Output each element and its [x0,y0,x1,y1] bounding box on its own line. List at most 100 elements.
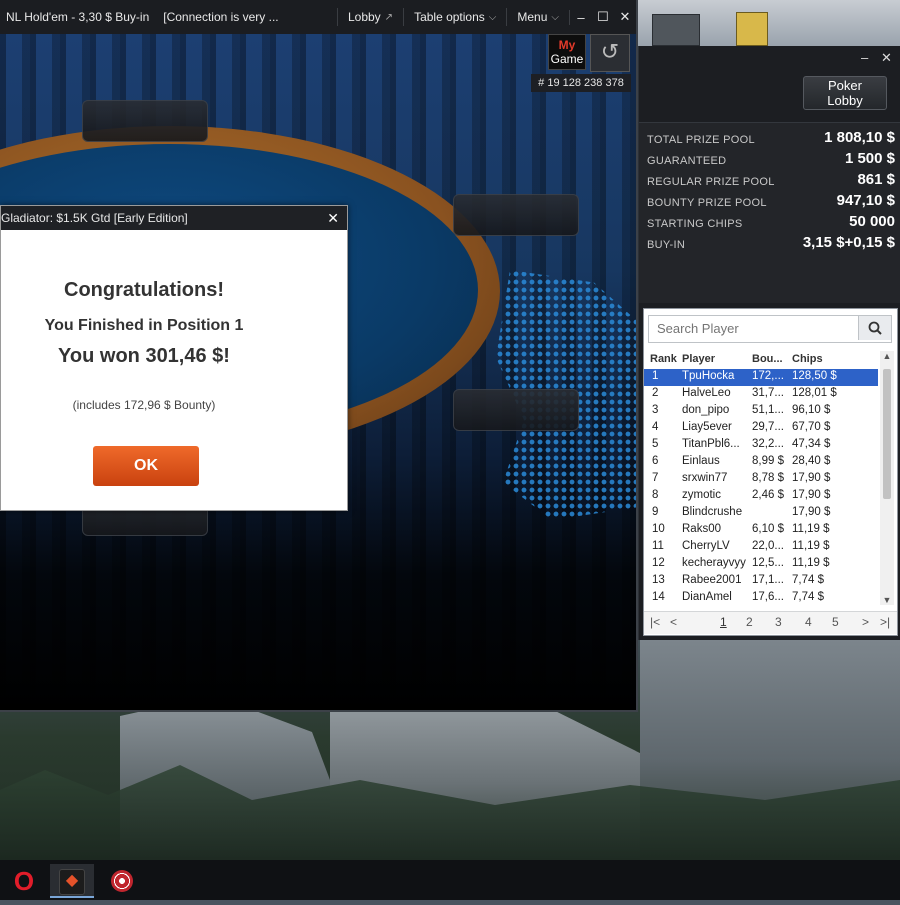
player-chips: 17,90 $ [792,506,831,518]
player-rank: 14 [652,591,665,603]
player-bounty: 17,1... [752,574,784,586]
player-row[interactable]: 2 HalveLeo 31,7... 128,01 $ [644,386,878,403]
background-thumbnail [652,14,700,46]
player-row[interactable]: 8 zymotic 2,46 $ 17,90 $ [644,488,878,505]
minimize-icon[interactable]: – [569,9,592,25]
player-rank: 4 [652,421,659,433]
player-name: zymotic [682,489,721,501]
scroll-up-icon[interactable]: ▲ [880,351,894,361]
player-bounty: 8,99 $ [752,455,784,467]
column-bounty[interactable]: Bou... [752,353,783,365]
my-game-button[interactable]: My Game [548,34,586,70]
prize-label: REGULAR PRIZE POOL [647,176,775,188]
page-1[interactable]: 1 [720,615,727,629]
replay-icon[interactable]: ↺ [590,34,630,72]
empty-seat [453,389,579,431]
maximize-icon[interactable]: ☐ [592,9,614,25]
player-row[interactable]: 6 Einlaus 8,99 $ 28,40 $ [644,454,878,471]
player-row[interactable]: 14 DianAmel 17,6... 7,74 $ [644,590,878,607]
tournament-result-dialog: Gladiator: $1.5K Gtd [Early Edition] ✕ C… [0,205,348,511]
prize-row: TOTAL PRIZE POOL 1 808,10 $ [647,129,895,149]
column-rank[interactable]: Rank [650,353,677,365]
lobby-menu[interactable]: Lobby ↗ [336,8,403,26]
table-options-menu[interactable]: Table options ⌵ [403,8,506,26]
player-row[interactable]: 7 srxwin77 8,78 $ 17,90 $ [644,471,878,488]
bounty-note: (includes 172,96 $ Bounty) [72,398,216,412]
close-icon[interactable]: ✕ [614,9,636,25]
pokerstars-icon[interactable]: ◆ [50,864,94,898]
player-row[interactable]: 9 Blindcrushe 17,90 $ [644,505,878,522]
player-chips: 28,40 $ [792,455,831,467]
player-row[interactable]: 13 Rabee2001 17,1... 7,74 $ [644,573,878,590]
congrats-heading: Congratulations! [64,279,224,301]
player-chips: 11,19 $ [792,557,830,569]
player-name: don_pipo [682,404,730,416]
player-rank: 1 [652,370,659,382]
ok-button[interactable]: OK [93,446,199,486]
menu-dropdown[interactable]: Menu ⌵ [506,8,569,26]
player-chips: 128,01 $ [792,387,837,399]
connection-status: [Connection is very ... [163,10,279,24]
prize-value: 947,10 $ [836,192,895,209]
player-row[interactable]: 3 don_pipo 51,1... 96,10 $ [644,403,878,420]
player-row[interactable]: 11 CherryLV 22,0... 11,19 $ [644,539,878,556]
search-input[interactable] [649,316,857,340]
scroll-down-icon[interactable]: ▼ [880,595,894,605]
player-row[interactable]: 1 TpuHocka 172,... 128,50 $ [644,369,878,386]
prize-row: BUY-IN 3,15 $+0,15 $ [647,234,895,254]
chevron-down-icon: ⌵ [488,11,497,23]
close-icon[interactable]: ✕ [327,206,339,230]
scrollbar-thumb[interactable] [883,369,891,499]
prize-row: GUARANTEED 1 500 $ [647,150,895,170]
page-2[interactable]: 2 [746,615,753,629]
external-link-icon: ↗ [384,11,394,23]
player-rank: 12 [652,557,665,569]
first-page-icon[interactable]: |< [650,615,660,629]
column-player[interactable]: Player [682,353,715,365]
previous-page-icon[interactable]: < [670,615,677,629]
player-chips: 11,19 $ [792,540,830,552]
page-5[interactable]: 5 [832,615,839,629]
prize-value: 861 $ [857,171,895,188]
player-list-scrollbar[interactable]: ▲ ▼ [880,351,894,605]
opera-icon[interactable]: O [2,864,46,898]
player-row[interactable]: 5 TitanPbl6... 32,2... 47,34 $ [644,437,878,454]
table-window: NL Hold'em - 3,30 $ Buy-in [Connection i… [0,0,638,712]
player-rank: 11 [652,540,664,552]
taskbar: O ◆ [0,860,900,900]
player-bounty: 12,5... [752,557,784,569]
player-bounty: 32,2... [752,438,784,450]
player-chips: 11,19 $ [792,523,830,535]
last-page-icon[interactable]: >| [880,615,890,629]
player-list-header: Rank Player Bou... Chips [644,351,878,367]
poker-chip-icon[interactable] [100,864,144,898]
player-rank: 13 [652,574,665,586]
player-row[interactable]: 12 kecherayvyy 12,5... 11,19 $ [644,556,878,573]
poker-lobby-button[interactable]: Poker Lobby [803,76,887,110]
player-bounty: 29,7... [752,421,784,433]
player-bounty: 8,78 $ [752,472,784,484]
minimize-icon[interactable]: – [861,50,868,65]
prize-label: GUARANTEED [647,155,727,167]
prize-value: 1 808,10 $ [824,129,895,146]
next-page-icon[interactable]: > [862,615,869,629]
page-4[interactable]: 4 [805,615,812,629]
player-chips: 7,74 $ [792,591,824,603]
player-bounty: 17,6... [752,591,784,603]
search-button[interactable] [858,316,891,340]
player-list-box: Rank Player Bou... Chips 1 TpuHocka 172,..… [643,308,898,636]
prize-row: STARTING CHIPS 50 000 [647,213,895,233]
close-icon[interactable]: ✕ [881,50,892,66]
table-options-label: Table options [414,10,485,24]
player-row[interactable]: 4 Liay5ever 29,7... 67,70 $ [644,420,878,437]
player-name: Rabee2001 [682,574,742,586]
page-3[interactable]: 3 [775,615,782,629]
player-row[interactable]: 10 Raks00 6,10 $ 11,19 $ [644,522,878,539]
column-chips[interactable]: Chips [792,353,823,365]
dialog-titlebar: Gladiator: $1.5K Gtd [Early Edition] ✕ [1,206,347,230]
prize-label: BOUNTY PRIZE POOL [647,197,767,209]
dialog-title: Gladiator: $1.5K Gtd [Early Edition] [1,211,188,225]
prize-summary: TOTAL PRIZE POOL 1 808,10 $ GUARANTEED 1… [639,122,900,303]
player-name: DianAmel [682,591,732,603]
table-titlebar: NL Hold'em - 3,30 $ Buy-in [Connection i… [0,0,636,34]
